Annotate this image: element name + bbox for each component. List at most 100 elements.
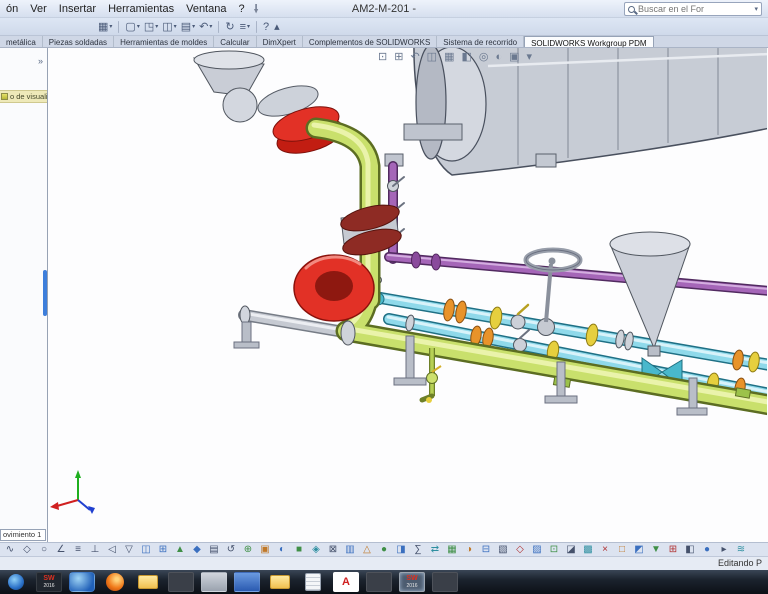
bottom-toolbar-icon[interactable]: ◨ [393, 543, 409, 556]
options-icon[interactable]: ≡ ▾ [238, 19, 252, 35]
bottom-toolbar-icon[interactable]: ∠ [53, 543, 69, 556]
panel-splitter-handle[interactable] [43, 270, 47, 316]
folder[interactable] [270, 575, 290, 589]
separator[interactable] [118, 20, 120, 33]
tab-piezas-soldadas[interactable]: Piezas soldadas [43, 36, 115, 47]
edit-appearance-icon[interactable]: ◐ [495, 51, 502, 63]
bottom-toolbar-icon[interactable]: ◪ [563, 543, 579, 556]
menu-ventana[interactable]: Ventana [180, 2, 232, 16]
component-pipe-purple[interactable] [384, 153, 767, 296]
open-icon[interactable]: ◳ ▾ [142, 19, 160, 35]
separator[interactable] [256, 20, 257, 33]
pin-icon[interactable] [253, 3, 259, 14]
solidworks-2016-shortcut[interactable]: SW 2016 [36, 572, 62, 592]
tab-herramientas-de-moldes[interactable]: Herramientas de moldes [114, 36, 215, 47]
bottom-toolbar-icon[interactable]: ⊞ [665, 543, 681, 556]
bottom-toolbar-icon[interactable]: ⇄ [427, 543, 443, 556]
bottom-toolbar-icon[interactable]: ▩ [580, 543, 596, 556]
rebuild-icon[interactable]: ↻ [223, 19, 237, 35]
menu-ver[interactable]: Ver [24, 2, 53, 16]
undo-icon[interactable]: ↶ ▾ [197, 19, 214, 35]
bottom-toolbar-icon[interactable]: ◐ [274, 543, 290, 556]
bottom-toolbar-icon[interactable]: ⊠ [325, 543, 341, 556]
view-orientation-icon[interactable]: ▦ [444, 51, 454, 63]
component-vessel[interactable] [403, 48, 767, 176]
bottom-toolbar-icon[interactable]: ◑ [461, 543, 477, 556]
menu-insertar[interactable]: Insertar [53, 2, 102, 16]
menu-ayuda[interactable]: ? [232, 2, 250, 16]
bottom-toolbar-icon[interactable]: ◫ [138, 543, 154, 556]
app-window[interactable] [201, 572, 227, 592]
search-box[interactable]: ▾ [624, 2, 762, 16]
bottom-toolbar-icon[interactable]: ◁ [104, 543, 120, 556]
tab-calcular[interactable]: Calcular [214, 36, 257, 47]
zoom-fit-icon[interactable]: ⊡ [378, 51, 387, 63]
new-document-icon[interactable]: ▢ ▾ [123, 19, 141, 35]
help-icon[interactable]: ? [261, 19, 272, 35]
zoom-area-icon[interactable]: ⊞ [394, 51, 403, 63]
bottom-toolbar-icon[interactable]: ▤ [206, 543, 222, 556]
bottom-toolbar-icon[interactable]: ▨ [529, 543, 545, 556]
bottom-toolbar-icon[interactable]: ▥ [342, 543, 358, 556]
view-settings-caret-icon[interactable]: ▾ [527, 51, 533, 63]
bottom-toolbar-icon[interactable]: ◈ [308, 543, 324, 556]
globe-app[interactable] [69, 572, 95, 592]
solidworks-2016-active[interactable]: SW 2016 [399, 572, 425, 592]
acrobat[interactable]: A [333, 572, 359, 592]
bottom-toolbar-icon[interactable]: ◇ [19, 543, 35, 556]
tab-solidworks-workgroup-pdm[interactable]: SOLIDWORKS Workgroup PDM [524, 36, 654, 48]
document-app[interactable] [305, 573, 321, 591]
hide-show-items-icon[interactable]: ◎ [479, 51, 489, 63]
bottom-toolbar-icon[interactable]: ◧ [682, 543, 698, 556]
bottom-toolbar-icon[interactable]: ≋ [733, 543, 749, 556]
bottom-toolbar-icon[interactable]: ⊞ [155, 543, 171, 556]
bottom-toolbar-icon[interactable]: ▧ [495, 543, 511, 556]
bottom-toolbar-icon[interactable]: ∿ [2, 543, 18, 556]
app-blue[interactable] [234, 572, 260, 592]
bottom-toolbar-icon[interactable]: ● [376, 543, 392, 556]
bottom-toolbar-icon[interactable]: ⊡ [546, 543, 562, 556]
viewport-3d[interactable]: ⊡ ⊞ ↶ ◫ ▦ ◧ ◎ ◐ ▣ ▾ [48, 48, 768, 542]
previous-view-icon[interactable]: ↶ [410, 51, 419, 63]
folder[interactable] [138, 575, 158, 589]
menu-edicion[interactable]: ón [0, 2, 24, 16]
apply-scene-icon[interactable]: ▣ [509, 51, 519, 63]
tab-complementos-solidworks[interactable]: Complementos de SOLIDWORKS [303, 36, 438, 47]
print-icon[interactable]: ▤ ▾ [179, 19, 197, 35]
panel-expand-icon[interactable]: » [38, 56, 43, 66]
bottom-toolbar-icon[interactable]: ↺ [223, 543, 239, 556]
bottom-toolbar-icon[interactable]: ▼ [648, 543, 664, 556]
bottom-toolbar-icon[interactable]: ▽ [121, 543, 137, 556]
bottom-toolbar-icon[interactable]: ▦ [444, 543, 460, 556]
start-button[interactable] [8, 574, 24, 590]
bottom-toolbar-icon[interactable]: ⊕ [240, 543, 256, 556]
bottom-toolbar-icon[interactable]: △ [359, 543, 375, 556]
search-caret-icon[interactable]: ▾ [754, 5, 758, 13]
tab-chapa-metalica[interactable]: metálica [0, 36, 43, 47]
bottom-toolbar-icon[interactable]: ○ [36, 543, 52, 556]
bottom-toolbar-icon[interactable]: ⊟ [478, 543, 494, 556]
bottom-toolbar-icon[interactable]: ● [699, 543, 715, 556]
bottom-toolbar-icon[interactable]: × [597, 543, 613, 556]
tab-sistema-de-recorrido[interactable]: Sistema de recorrido [437, 36, 525, 47]
bottom-toolbar-icon[interactable]: ◆ [189, 543, 205, 556]
collapse-toolbar-icon[interactable]: ▴ [272, 19, 283, 35]
app-dark[interactable] [168, 572, 194, 592]
tab-dimxpert[interactable]: DimXpert [257, 36, 303, 47]
model-3d-piping-assembly[interactable] [48, 48, 767, 542]
bottom-toolbar-icon[interactable]: ∑ [410, 543, 426, 556]
bottom-toolbar-icon[interactable]: ▸ [716, 543, 732, 556]
sketch-icon[interactable]: ▦ ▾ [96, 19, 114, 35]
app-dark[interactable] [366, 572, 392, 592]
app-dark[interactable] [432, 572, 458, 592]
bottom-toolbar-icon[interactable]: ◩ [631, 543, 647, 556]
component-handwheel-valve[interactable] [523, 247, 583, 323]
bottom-toolbar-icon[interactable]: ▣ [257, 543, 273, 556]
section-view-icon[interactable]: ◫ [427, 51, 437, 63]
bottom-toolbar-icon[interactable]: ▲ [172, 543, 188, 556]
component-funnel-valve[interactable] [193, 50, 347, 160]
save-icon[interactable]: ◫ ▾ [160, 19, 178, 35]
firefox[interactable] [106, 573, 124, 591]
motion-study-tab[interactable]: ovimiento 1 [0, 529, 46, 541]
separator[interactable] [218, 20, 220, 33]
